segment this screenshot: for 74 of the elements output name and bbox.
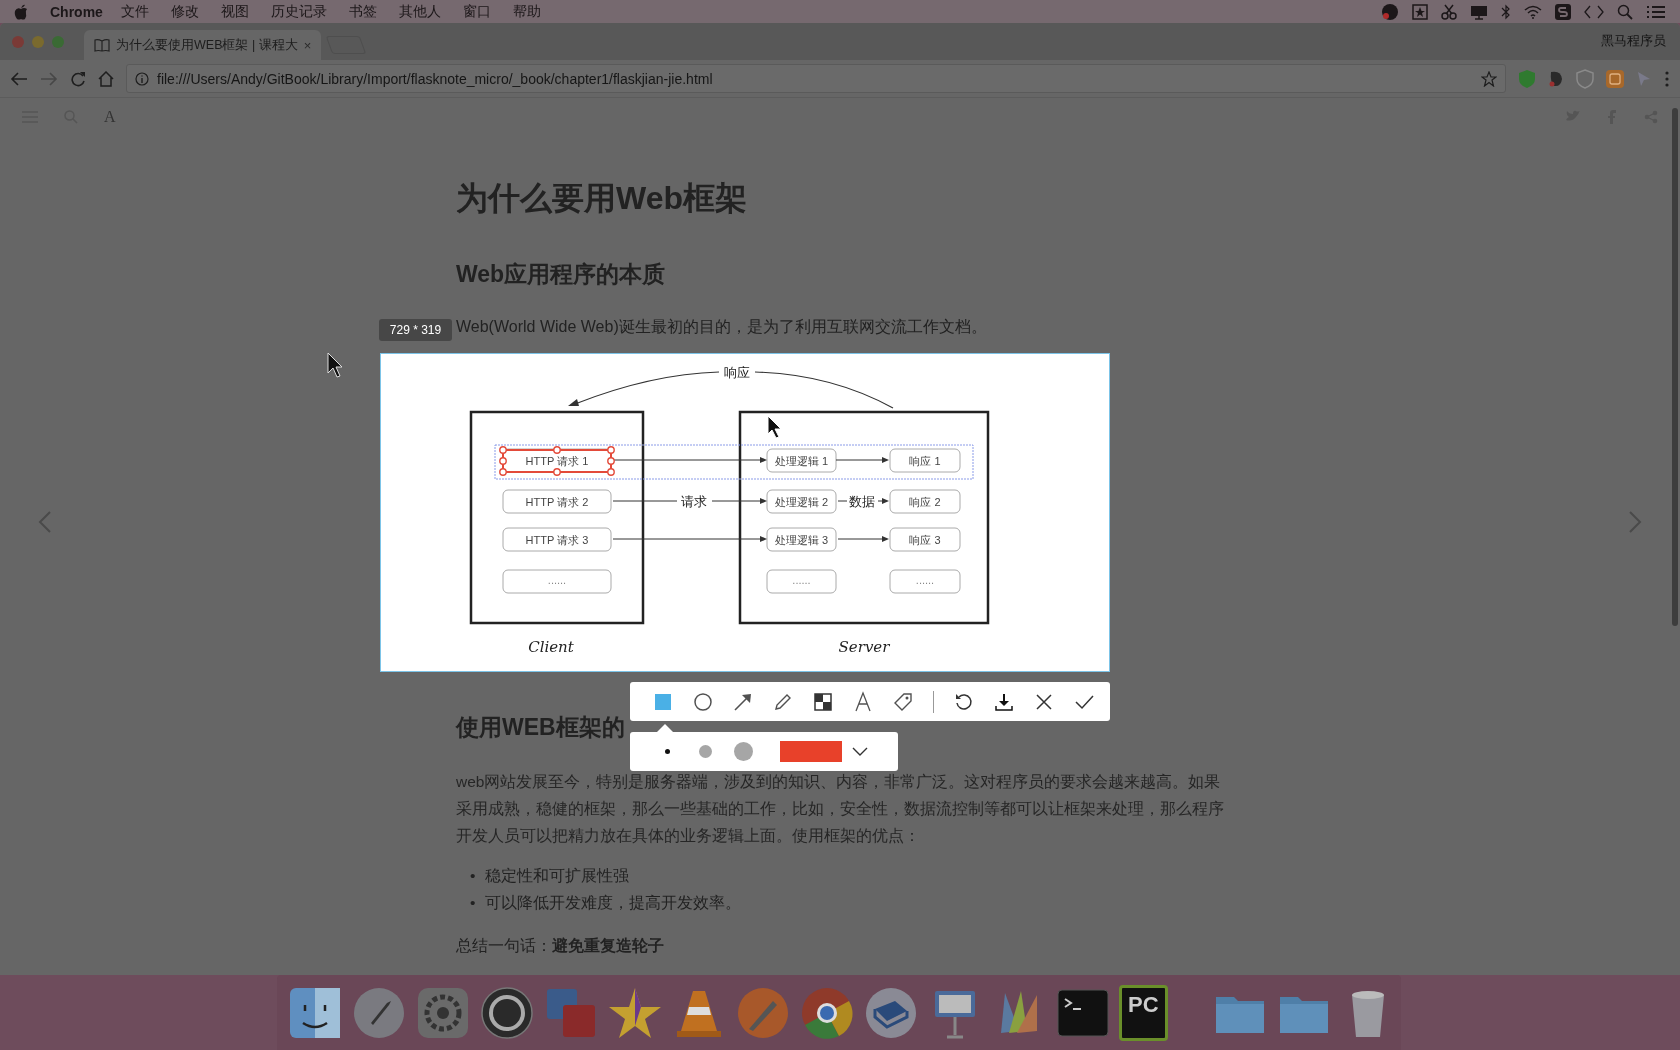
monitor-icon[interactable] — [1470, 3, 1488, 20]
rounded-square-icon[interactable] — [1606, 69, 1624, 88]
apple-icon[interactable] — [14, 3, 28, 20]
more-icon[interactable] — [1664, 70, 1670, 87]
data-label: 数据 — [849, 494, 875, 509]
menu-item[interactable]: 书签 — [348, 2, 377, 21]
size-label: 729 * 319 — [379, 319, 452, 341]
arrow — [837, 536, 889, 542]
flow-node: 处理逻辑 3 — [766, 527, 837, 552]
previous-page-icon[interactable] — [38, 510, 52, 534]
scissors-icon[interactable] — [1441, 3, 1457, 20]
flow-node: HTTP 请求 2 — [502, 489, 612, 514]
profile-name[interactable]: 黑马程序员 — [1601, 33, 1666, 50]
page-title: 为什么要用Web框架 — [456, 179, 748, 218]
capture-region[interactable]: 响应 HTTP 请求 1 HTTP 请求 2 HTTP 请求 3 ...... 处理逻辑 1 处理逻辑 2 处理逻辑 3 ...... 响应 1 响应 2 响应 3 ...... 请求 数据 Client Server — [380, 353, 1110, 672]
ide-icon[interactable]: PC — [1119, 984, 1168, 1041]
list-icon[interactable] — [1646, 4, 1666, 19]
flow-node: 响应 2 — [889, 489, 961, 514]
aperture-icon[interactable] — [479, 984, 535, 1041]
server-label: Server — [838, 638, 890, 656]
code-brackets-icon[interactable] — [1584, 4, 1604, 19]
forward-icon[interactable] — [40, 70, 58, 87]
section-heading: Web应用程序的本质 — [456, 260, 666, 289]
book-icon — [94, 38, 110, 52]
wifi-icon[interactable] — [1524, 4, 1542, 19]
color-swatch[interactable] — [780, 741, 842, 762]
ellipse-icon — [692, 690, 714, 713]
arrow — [835, 457, 889, 463]
app-menu[interactable]: Chrome — [50, 3, 103, 20]
bluetooth-icon[interactable] — [1501, 3, 1511, 20]
bullet-marker: • — [470, 866, 476, 886]
search-icon[interactable] — [1617, 3, 1633, 20]
flow-node: 处理逻辑 2 — [766, 489, 837, 514]
address-bar[interactable]: file:///Users/Andy/GitBook/Library/Import/flasknote_micro/_book/chapter1/flaskjian-jie.html — [126, 64, 1506, 93]
next-page-icon[interactable] — [1628, 510, 1642, 534]
info-icon[interactable] — [135, 71, 149, 86]
flow-node: ...... — [889, 569, 961, 594]
back-icon[interactable] — [10, 70, 28, 87]
s-square-icon[interactable] — [1555, 3, 1571, 20]
section-heading: 使用WEB框架的 — [456, 713, 625, 742]
flow-node: ...... — [766, 569, 837, 594]
tag-icon — [892, 690, 914, 713]
color-dropdown-caret[interactable] — [852, 746, 868, 757]
flow-node: 处理逻辑 1 — [766, 448, 837, 473]
menu-item[interactable]: 视图 — [220, 2, 249, 21]
home-icon[interactable] — [98, 70, 114, 87]
flow-node: HTTP 请求 3 — [502, 527, 612, 552]
client-label: Client — [528, 638, 574, 656]
flow-node: ...... — [502, 569, 612, 594]
circle-icon[interactable] — [1381, 2, 1399, 21]
menu-item[interactable]: 历史记录 — [270, 2, 327, 21]
flow-node: 响应 1 — [889, 448, 961, 473]
menu-item[interactable]: 文件 — [120, 2, 149, 21]
menu-item[interactable]: 窗口 — [462, 2, 491, 21]
reload-icon[interactable] — [70, 70, 86, 87]
star-icon[interactable] — [1481, 70, 1497, 87]
request-label: 请求 — [681, 494, 707, 509]
browser-tab[interactable]: 为什么要使用WEB框架 | 课程大 × — [84, 30, 322, 60]
flow-node: 响应 3 — [889, 527, 961, 552]
menu-item[interactable]: 修改 — [170, 2, 199, 21]
shield-icon[interactable] — [1576, 68, 1594, 89]
scrollbar[interactable] — [1672, 108, 1678, 626]
intro-paragraph: Web(World Wide Web)诞生最初的目的，是为了利用互联网交流工作文档。 — [456, 317, 988, 337]
star-square-icon[interactable] — [1412, 3, 1428, 20]
bullet-item: 可以降低开发难度，提高开发效率。 — [485, 893, 742, 913]
cursor-icon — [767, 415, 782, 439]
cursor-icon — [327, 352, 343, 378]
menu-item[interactable]: 其他人 — [398, 2, 441, 21]
caret-icon — [852, 746, 868, 757]
response-label: 响应 — [724, 365, 750, 380]
menu-item[interactable]: 帮助 — [512, 2, 541, 21]
bullet-item: 稳定性和可扩展性强 — [485, 866, 630, 886]
mosaic-icon — [812, 690, 834, 713]
bullet-marker: • — [470, 893, 476, 913]
